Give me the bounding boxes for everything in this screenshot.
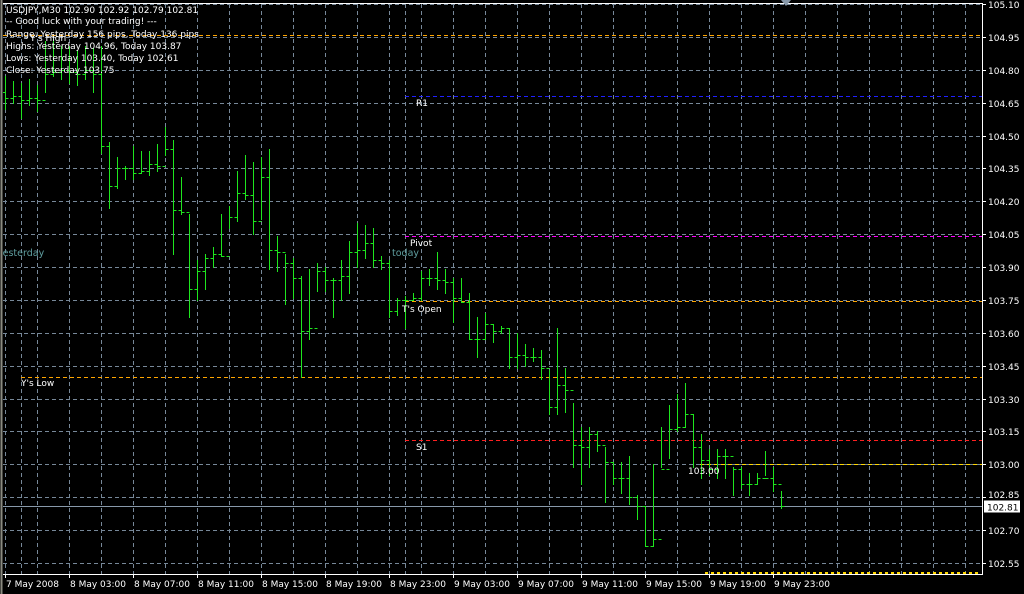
time-tick-label: 8 May 15:00 <box>262 580 318 590</box>
price-tick-label: 104.95 <box>988 34 1020 44</box>
price-chart[interactable]: Y's HighR1PivotT's OpenY's LowS1103.00 y… <box>0 0 1024 594</box>
price-tick-label: 104.20 <box>988 198 1020 208</box>
price-tick-label: 104.65 <box>988 100 1020 110</box>
level-label-round: 103.00 <box>688 467 720 477</box>
time-tick-label: 9 May 11:00 <box>582 580 638 590</box>
price-tick-label: 102.55 <box>988 560 1020 570</box>
time-tick-label: 8 May 07:00 <box>134 580 190 590</box>
level-label-ylow: Y's Low <box>20 379 54 389</box>
lows-text: Lows: Yesterday 103.40, Today 102.61 <box>6 54 178 64</box>
level-label-topen: T's Open <box>401 305 442 315</box>
time-tick-label: 9 May 19:00 <box>710 580 766 590</box>
price-tick-label: 103.15 <box>988 428 1020 438</box>
price-tick-label: 102.70 <box>988 527 1020 537</box>
price-tick-label: 103.75 <box>988 297 1020 307</box>
price-tick-label: 104.35 <box>988 165 1020 175</box>
time-tick-label: 8 May 23:00 <box>390 580 446 590</box>
time-tick-label: 8 May 03:00 <box>70 580 126 590</box>
yesterday-label: yesterday <box>0 248 45 259</box>
time-tick-label: 9 May 15:00 <box>646 580 702 590</box>
price-tick-label: 104.05 <box>988 231 1020 241</box>
time-tick-label: 8 May 11:00 <box>198 580 254 590</box>
time-tick-label: 9 May 07:00 <box>518 580 574 590</box>
level-label-r1: R1 <box>416 99 428 109</box>
price-tick-label: 103.00 <box>988 461 1020 471</box>
chart-background <box>0 0 1024 594</box>
greeting-text: -- Good luck with your trading! --- <box>6 17 157 27</box>
price-tick-label: 104.80 <box>988 67 1020 77</box>
range-text: Range: Yesterday 156 pips, Today 136 pip… <box>6 30 199 40</box>
highs-text: Highs: Yesterday 104.96, Today 103.87 <box>6 42 181 52</box>
price-tick-label: 103.30 <box>988 396 1020 406</box>
level-label-s1: S1 <box>416 443 427 453</box>
today-label: today <box>392 248 419 259</box>
price-tick-label: 103.45 <box>988 363 1020 373</box>
time-tick-label: 7 May 2008 <box>6 580 59 590</box>
price-tick-label: 103.90 <box>988 264 1020 274</box>
price-tick-label: 105.10 <box>988 1 1020 11</box>
time-tick-label: 9 May 03:00 <box>454 580 510 590</box>
symbol-ohlc-header: USDJPY,M30 102.90 102.92 102.79 102.81 <box>6 6 198 16</box>
close-text: Close: Yesterday 103.75 <box>6 66 114 76</box>
time-tick-label: 8 May 19:00 <box>326 580 382 590</box>
price-tick-label: 104.50 <box>988 133 1020 143</box>
price-tick-label: 103.60 <box>988 330 1020 340</box>
current-price-value: 102.81 <box>987 504 1019 514</box>
price-tick-label: 102.85 <box>988 491 1020 501</box>
current-price-tag: 102.81 <box>984 500 1020 514</box>
time-tick-label: 9 May 23:00 <box>774 580 830 590</box>
